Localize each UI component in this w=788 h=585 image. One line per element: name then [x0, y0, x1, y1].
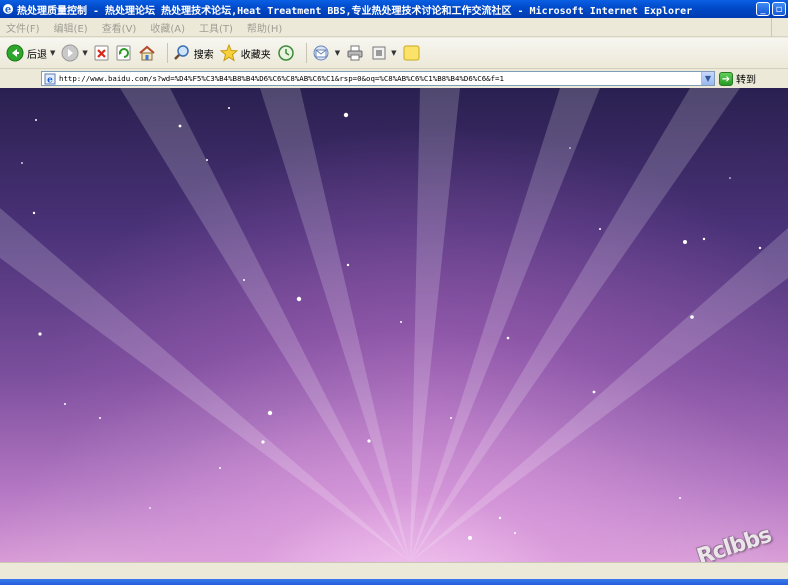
go-button[interactable]: ➔ 转到 — [719, 71, 756, 86]
forward-icon — [61, 44, 79, 62]
home-icon — [139, 45, 155, 61]
search-button[interactable]: 搜索 — [173, 44, 214, 62]
page-icon: e — [44, 73, 56, 85]
menu-help[interactable]: 帮助(H) — [247, 20, 282, 35]
favorites-button[interactable]: 收藏夹 — [219, 44, 271, 62]
address-dropdown-icon[interactable]: ▼ — [701, 72, 714, 85]
restore-button[interactable]: ▫ — [772, 2, 786, 16]
messenger-button[interactable] — [403, 44, 421, 62]
forward-dropdown-icon[interactable]: ▼ — [82, 49, 87, 57]
title-bar[interactable]: e 热处理质量控制 - 热处理论坛 热处理技术论坛,Heat Treatment… — [0, 0, 788, 18]
menu-bar: 文件(F) 编辑(E) 查看(V) 收藏(A) 工具(T) 帮助(H) — [0, 18, 788, 37]
svg-text:e: e — [47, 75, 53, 85]
menu-view[interactable]: 查看(V) — [102, 20, 137, 35]
mail-button[interactable]: ▼ — [312, 44, 340, 62]
edit-dropdown-icon[interactable]: ▼ — [391, 49, 396, 57]
print-icon — [347, 45, 363, 61]
back-label: 后退 — [27, 49, 47, 61]
toolbar: 后退 ▼ ▼ 搜索 收藏夹 ▼ ▼ — [0, 38, 788, 68]
svg-text:e: e — [5, 5, 11, 16]
search-label: 搜索 — [193, 49, 214, 61]
menu-file[interactable]: 文件(F) — [6, 20, 40, 35]
window-title: 热处理质量控制 - 热处理论坛 热处理技术论坛,Heat Treatment B… — [17, 5, 693, 17]
favorites-label: 收藏夹 — [240, 49, 271, 61]
edit-button[interactable]: ▼ — [370, 44, 397, 62]
taskbar — [0, 579, 788, 585]
history-icon — [278, 45, 294, 61]
print-button[interactable] — [346, 44, 364, 62]
toolbar-separator — [305, 43, 307, 63]
back-button[interactable]: 后退 ▼ — [6, 44, 55, 62]
back-dropdown-icon[interactable]: ▼ — [50, 49, 55, 57]
edit-icon — [372, 46, 386, 60]
mail-icon — [313, 45, 329, 61]
menu-throbber-area — [771, 18, 788, 37]
toolbar-separator — [166, 43, 168, 63]
favorites-star-icon — [219, 44, 238, 62]
address-url[interactable]: http://www.baidu.com/s?wd=%D4%F5%C3%B4%B… — [59, 74, 701, 83]
stop-icon — [94, 45, 109, 61]
minimize-button[interactable]: _ — [756, 2, 770, 16]
go-arrow-icon: ➔ — [719, 71, 733, 86]
home-button[interactable] — [138, 44, 156, 62]
address-bar: e http://www.baidu.com/s?wd=%D4%F5%C3%B4… — [0, 68, 788, 88]
status-bar — [0, 562, 788, 579]
history-button[interactable] — [277, 44, 295, 62]
mail-dropdown-icon[interactable]: ▼ — [335, 49, 340, 57]
page-content[interactable]: Rclbbs — [0, 88, 788, 562]
menu-tools[interactable]: 工具(T) — [199, 20, 233, 35]
starfield — [0, 88, 788, 562]
stop-button[interactable] — [94, 45, 110, 61]
menu-favorites[interactable]: 收藏(A) — [150, 20, 185, 35]
search-icon — [173, 45, 189, 60]
address-input[interactable]: e http://www.baidu.com/s?wd=%D4%F5%C3%B4… — [41, 71, 715, 86]
menu-edit[interactable]: 编辑(E) — [54, 20, 88, 35]
go-label: 转到 — [736, 75, 756, 86]
refresh-button[interactable] — [116, 45, 132, 61]
ie-icon: e — [3, 4, 13, 16]
forward-button[interactable]: ▼ — [61, 44, 88, 62]
refresh-icon — [116, 45, 131, 61]
messenger-note-icon — [403, 45, 420, 61]
back-icon — [6, 44, 24, 62]
